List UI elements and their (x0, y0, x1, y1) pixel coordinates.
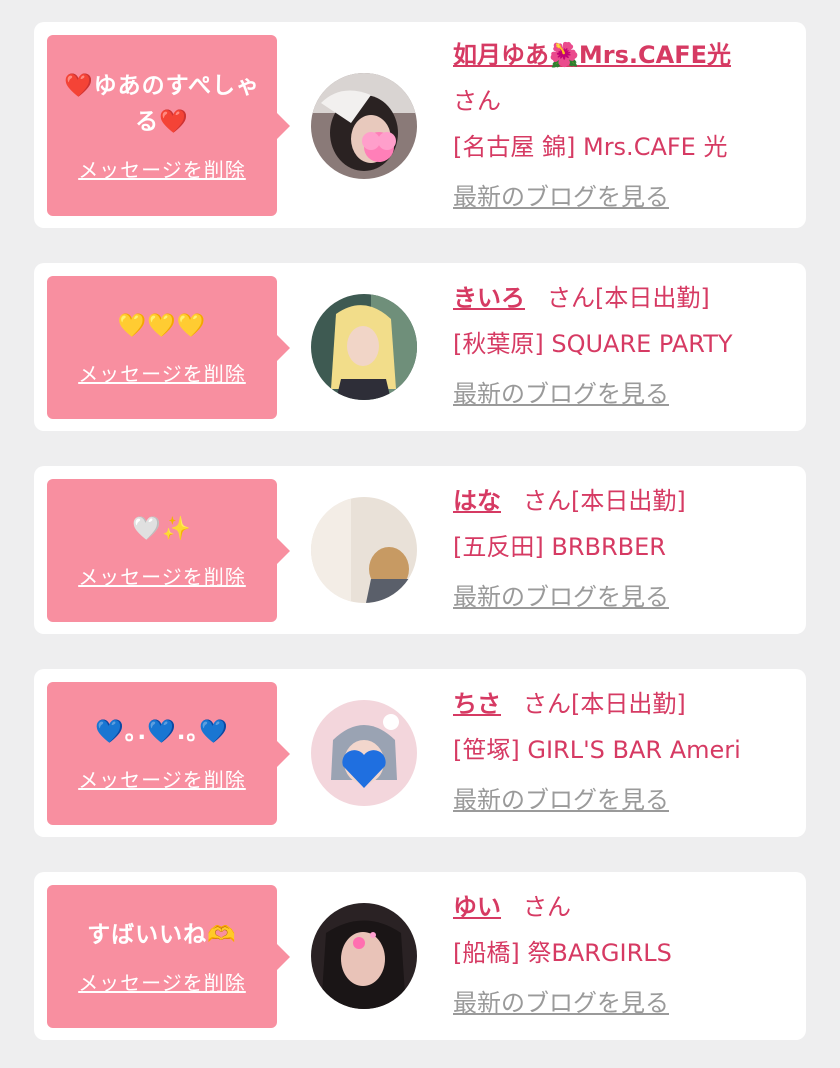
user-name-link[interactable]: はな (453, 487, 501, 515)
latest-blog-link[interactable]: 最新のブログを見る (453, 980, 669, 1026)
today-status: [本日出勤] (571, 690, 686, 718)
today-status: [本日出勤] (571, 487, 686, 515)
user-name-link[interactable]: 如月ゆあ🌺Mrs.CAFE光 (453, 41, 731, 69)
avatar[interactable] (311, 497, 417, 603)
honorific: さん (523, 487, 571, 515)
delete-message-link[interactable]: メッセージを削除 (78, 561, 246, 590)
user-info: きいろ さん[本日出勤] [秋葉原] SQUARE PARTY 最新のブログを見る (453, 275, 793, 417)
favorite-card: 🤍✨ メッセージを削除 はな さん[本日出勤] [五反田] BRBRBER 最新の… (34, 466, 806, 634)
shop-name: [五反田] BRBRBER (453, 533, 666, 561)
avatar[interactable] (311, 700, 417, 806)
today-status: [本日出勤] (595, 284, 710, 312)
shop-name: [秋葉原] SQUARE PARTY (453, 330, 733, 358)
user-name-link[interactable]: ゆい (453, 893, 501, 921)
message-text: すばいいね🫶 (87, 922, 237, 948)
delete-message-link[interactable]: メッセージを削除 (78, 764, 246, 793)
user-info: 如月ゆあ🌺Mrs.CAFE光 さん [名古屋 錦] Mrs.CAFE 光 最新の… (453, 32, 793, 220)
honorific: さん (453, 87, 501, 115)
favorite-card: ❤️ゆあのすぺしゃる❤️ メッセージを削除 如月ゆあ🌺Mrs.CAFE光 さん … (34, 22, 806, 228)
user-info: はな さん[本日出勤] [五反田] BRBRBER 最新のブログを見る (453, 478, 793, 620)
message-bubble: 💛💛💛 メッセージを削除 (47, 276, 290, 419)
avatar[interactable] (311, 73, 417, 179)
shop-name: [名古屋 錦] Mrs.CAFE 光 (453, 133, 728, 161)
user-info: ゆい さん [船橋] 祭BARGIRLS 最新のブログを見る (453, 884, 793, 1026)
message-text: 💙｡.💙.｡💙 (95, 719, 229, 745)
delete-message-link[interactable]: メッセージを削除 (78, 154, 246, 183)
message-text: ❤️ゆあのすぺしゃる❤️ (63, 73, 261, 135)
favorite-card: 💙｡.💙.｡💙 メッセージを削除 ちさ さん[本日出勤] [笹塚] GIRL'S … (34, 669, 806, 837)
favorite-card: 💛💛💛 メッセージを削除 きいろ さん[本日出勤] [秋葉原] SQUARE PA… (34, 263, 806, 431)
message-bubble: すばいいね🫶 メッセージを削除 (47, 885, 290, 1028)
avatar[interactable] (311, 903, 417, 1009)
honorific: さん (547, 284, 595, 312)
honorific: さん (523, 690, 571, 718)
message-bubble: 💙｡.💙.｡💙 メッセージを削除 (47, 682, 290, 825)
message-text: 💛💛💛 (117, 313, 207, 339)
avatar[interactable] (311, 294, 417, 400)
favorite-card: すばいいね🫶 メッセージを削除 ゆい さん [船橋] 祭BARGIRLS 最新のブ… (34, 872, 806, 1040)
latest-blog-link[interactable]: 最新のブログを見る (453, 574, 669, 620)
message-bubble: ❤️ゆあのすぺしゃる❤️ メッセージを削除 (47, 35, 290, 216)
delete-message-link[interactable]: メッセージを削除 (78, 358, 246, 387)
shop-name: [船橋] 祭BARGIRLS (453, 939, 672, 967)
user-info: ちさ さん[本日出勤] [笹塚] GIRL'S BAR Ameri 最新のブログを… (453, 681, 793, 823)
message-text: 🤍✨ (132, 516, 192, 542)
message-bubble: 🤍✨ メッセージを削除 (47, 479, 290, 622)
delete-message-link[interactable]: メッセージを削除 (78, 967, 246, 996)
latest-blog-link[interactable]: 最新のブログを見る (453, 174, 669, 220)
user-name-link[interactable]: ちさ (453, 690, 501, 718)
latest-blog-link[interactable]: 最新のブログを見る (453, 371, 669, 417)
user-name-link[interactable]: きいろ (453, 284, 525, 312)
latest-blog-link[interactable]: 最新のブログを見る (453, 777, 669, 823)
honorific: さん (523, 893, 571, 921)
shop-name: [笹塚] GIRL'S BAR Ameri (453, 736, 741, 764)
